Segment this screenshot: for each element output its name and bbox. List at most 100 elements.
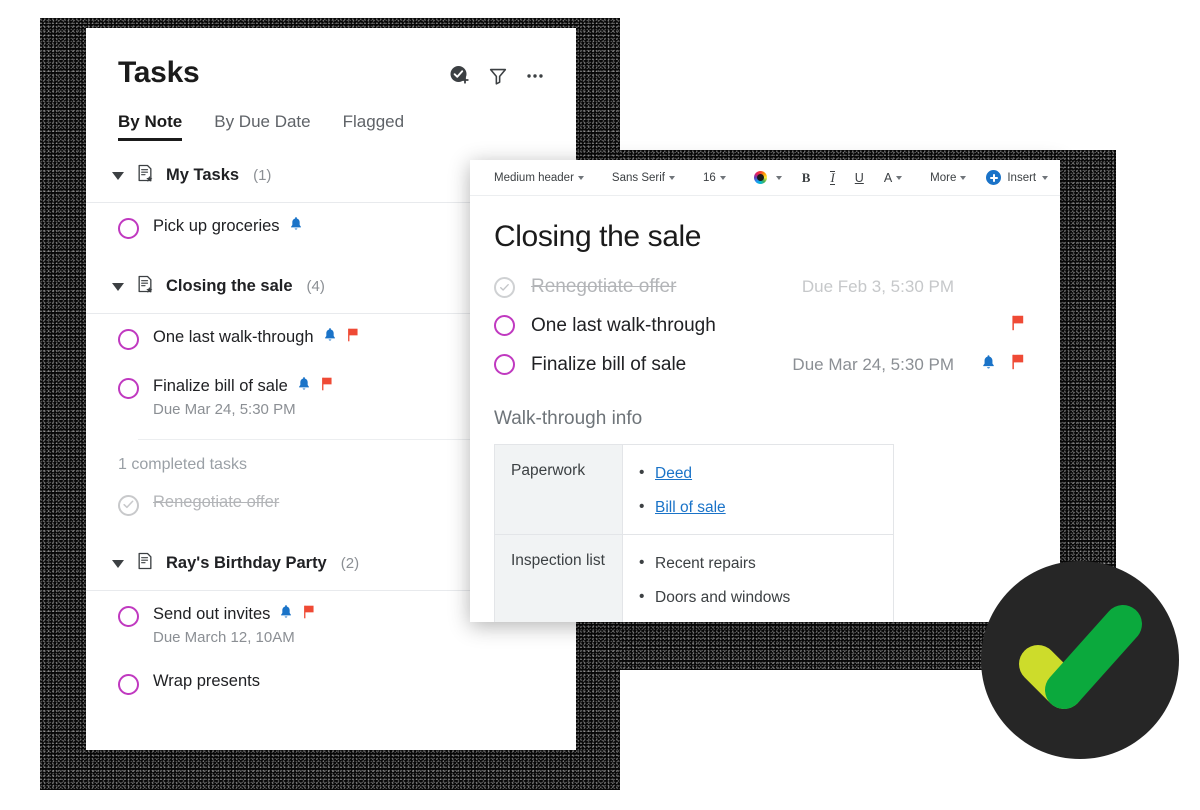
- task-checkbox[interactable]: [494, 276, 515, 298]
- section-count: (4): [306, 278, 325, 295]
- task-title: Send out invites: [153, 605, 271, 623]
- task-row[interactable]: Wrap presents: [86, 659, 576, 708]
- list: Deed Bill of sale: [639, 462, 877, 519]
- tasks-header: Tasks: [86, 28, 576, 90]
- task-checkbox[interactable]: [118, 378, 139, 399]
- list-item: Recent repairs: [639, 552, 877, 575]
- paragraph-style-dropdown[interactable]: Medium header: [484, 166, 594, 190]
- chevron-down-icon[interactable]: [112, 171, 124, 180]
- section-title: Closing the sale: [166, 277, 293, 295]
- more-formatting-dropdown[interactable]: More: [920, 166, 976, 190]
- section-title: My Tasks: [166, 166, 240, 184]
- underline-button[interactable]: U: [845, 166, 874, 190]
- filter-icon[interactable]: [487, 65, 509, 87]
- task-checkbox[interactable]: [118, 329, 139, 350]
- page-title: Tasks: [118, 56, 200, 89]
- task-title: Finalize bill of sale: [531, 353, 687, 375]
- table-row-key: Paperwork: [494, 443, 623, 536]
- insert-label: Insert: [1007, 171, 1037, 184]
- task-icons: [970, 314, 1026, 337]
- reminder-bell-icon: [289, 216, 303, 237]
- table-row-key: Inspection list: [494, 534, 623, 622]
- list-item: Bill of sale: [639, 496, 877, 519]
- task-body: Wrap presents: [153, 672, 544, 691]
- text-color-picker[interactable]: [744, 166, 792, 190]
- list-item: Doors and windows: [639, 586, 877, 609]
- flag-icon[interactable]: [1010, 353, 1026, 376]
- flag-icon: [302, 604, 316, 625]
- note-subheading: Walk-through info: [494, 408, 643, 429]
- highlight-color-button[interactable]: A: [874, 166, 912, 190]
- walk-through-info-table: Paperwork Deed Bill of sale Inspection l…: [494, 443, 894, 622]
- note-icon: [135, 551, 155, 576]
- note-toolbar: Medium header Sans Serif 16 B I U A More…: [470, 160, 1060, 196]
- font-size-label: 16: [702, 171, 716, 184]
- chevron-down-icon[interactable]: [112, 282, 124, 291]
- chevron-down-icon: [668, 175, 675, 180]
- task-checkbox[interactable]: [118, 674, 139, 695]
- font-size-dropdown[interactable]: 16: [693, 166, 736, 190]
- task-checkbox[interactable]: [494, 315, 515, 336]
- insert-button[interactable]: Insert: [976, 166, 1058, 190]
- task-checkbox[interactable]: [494, 354, 515, 375]
- reminder-bell-icon: [279, 604, 293, 625]
- task-checkbox[interactable]: [118, 606, 139, 627]
- table-row-value: Deed Bill of sale: [622, 443, 894, 536]
- chevron-down-icon: [719, 175, 726, 180]
- list: Recent repairs Doors and windows Applian…: [639, 552, 877, 622]
- task-title: Wrap presents: [153, 672, 260, 690]
- link-deed[interactable]: Deed: [655, 465, 692, 482]
- task-due-date: Due Mar 24, 5:30 PM: [792, 354, 954, 374]
- italic-label: I: [830, 169, 835, 185]
- checkmark-icon: [1019, 605, 1142, 709]
- table-row-value: Recent repairs Doors and windows Applian…: [622, 534, 894, 622]
- task-title: Finalize bill of sale: [153, 377, 288, 395]
- add-task-icon[interactable]: [448, 64, 472, 88]
- flag-icon[interactable]: [1010, 314, 1026, 337]
- table-row: Paperwork Deed Bill of sale: [494, 443, 894, 536]
- plus-icon: [986, 170, 1002, 185]
- list-item: Deed: [639, 462, 877, 485]
- chevron-down-icon[interactable]: [112, 559, 124, 568]
- completed-check-badge: [981, 561, 1179, 759]
- chevron-down-icon: [960, 175, 967, 180]
- task-title: One last walk-through: [153, 328, 314, 346]
- chevron-down-icon: [896, 175, 903, 180]
- tab-flagged[interactable]: Flagged: [343, 112, 404, 141]
- task-title: Renegotiate offer: [153, 493, 280, 511]
- tab-by-note[interactable]: By Note: [118, 112, 183, 141]
- task-icons: [970, 353, 1026, 376]
- header-actions: [448, 58, 546, 88]
- note-task-row[interactable]: Renegotiate offer Due Feb 3, 5:30 PM: [494, 268, 1026, 306]
- task-due-date: Due Feb 3, 5:30 PM: [801, 277, 954, 296]
- task-title: Renegotiate offer: [531, 276, 677, 297]
- paragraph-style-label: Medium header: [494, 171, 574, 184]
- tab-by-due-date[interactable]: By Due Date: [214, 112, 310, 141]
- section-count: (1): [253, 167, 272, 184]
- task-due-date: Due March 12, 10AM: [153, 629, 295, 646]
- highlight-label: A: [883, 170, 893, 185]
- link-bill-of-sale[interactable]: Bill of sale: [655, 499, 726, 516]
- task-checkbox[interactable]: [118, 218, 139, 239]
- flag-icon: [346, 327, 360, 348]
- note-starred-icon: [135, 274, 155, 299]
- color-wheel-icon: [753, 171, 767, 184]
- more-options-icon[interactable]: [524, 65, 546, 87]
- task-title: One last walk-through: [531, 314, 716, 336]
- task-line: Wrap presents: [153, 672, 544, 691]
- note-task-row[interactable]: Finalize bill of sale Due Mar 24, 5:30 P…: [494, 345, 1026, 384]
- section-title: Ray's Birthday Party: [166, 554, 327, 572]
- bold-button[interactable]: B: [792, 166, 821, 190]
- note-task-row[interactable]: One last walk-through: [494, 306, 1026, 345]
- font-family-dropdown[interactable]: Sans Serif: [602, 166, 685, 190]
- chevron-down-icon: [577, 175, 584, 180]
- chevron-down-icon: [775, 175, 782, 180]
- italic-button[interactable]: I: [820, 166, 844, 190]
- task-checkbox[interactable]: [118, 495, 139, 516]
- note-starred-icon: [135, 163, 155, 188]
- reminder-bell-icon[interactable]: [981, 354, 996, 376]
- table-row: Inspection list Recent repairs Doors and…: [494, 534, 894, 622]
- font-family-label: Sans Serif: [611, 171, 665, 184]
- flag-icon: [320, 376, 334, 397]
- note-title[interactable]: Closing the sale: [494, 220, 1026, 254]
